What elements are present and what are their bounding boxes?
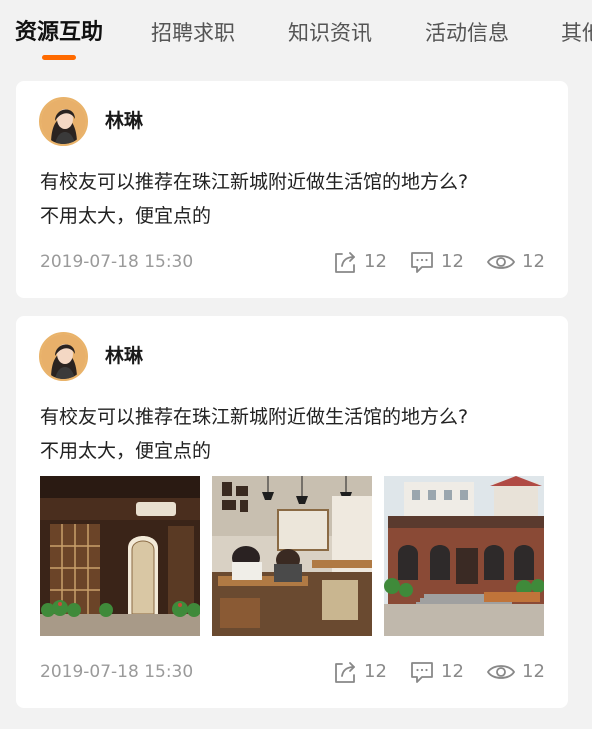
post-text: 有校友可以推荐在珠江新城附近做生活馆的地方么? 不用太大，便宜点的 xyxy=(40,165,560,233)
avatar[interactable] xyxy=(39,97,88,146)
tab-jobs[interactable]: 招聘求职 xyxy=(151,18,235,48)
eye-icon xyxy=(486,249,516,275)
cafe-storefront-photo[interactable] xyxy=(40,476,200,636)
comment-icon xyxy=(409,249,435,275)
timestamp: 2019-07-18 15:30 xyxy=(40,662,194,682)
post-text-line: 有校友可以推荐在珠江新城附近做生活馆的地方么? xyxy=(40,406,469,428)
active-tab-indicator xyxy=(42,55,76,60)
post-text-line: 不用太大，便宜点的 xyxy=(40,205,212,227)
share-icon xyxy=(332,659,358,685)
tab-other[interactable]: 其他 xyxy=(561,18,592,48)
comment-button[interactable]: 12 xyxy=(409,658,464,686)
share-icon xyxy=(332,249,358,275)
comment-count: 12 xyxy=(441,251,464,272)
timestamp: 2019-07-18 15:30 xyxy=(40,252,194,272)
comment-button[interactable]: 12 xyxy=(409,248,464,276)
post-meta: 2019-07-18 15:30 12 12 12 xyxy=(40,248,550,276)
eye-icon xyxy=(486,659,516,685)
post-text: 有校友可以推荐在珠江新城附近做生活馆的地方么? 不用太大，便宜点的 xyxy=(40,400,560,468)
post-text-line: 有校友可以推荐在珠江新城附近做生活馆的地方么? xyxy=(40,171,469,193)
tab-resource-help[interactable]: 资源互助 xyxy=(15,18,103,48)
share-count: 12 xyxy=(364,661,387,682)
view-count: 12 xyxy=(522,661,545,682)
category-tabs: 资源互助 招聘求职 知识资讯 活动信息 其他 xyxy=(0,0,592,70)
comment-icon xyxy=(409,659,435,685)
author-name[interactable]: 林琳 xyxy=(105,109,143,133)
post-card[interactable]: 林琳 有校友可以推荐在珠江新城附近做生活馆的地方么? 不用太大，便宜点的 201… xyxy=(16,316,568,708)
post-card[interactable]: 林琳 有校友可以推荐在珠江新城附近做生活馆的地方么? 不用太大，便宜点的 201… xyxy=(16,81,568,298)
post-text-line: 不用太大，便宜点的 xyxy=(40,440,212,462)
avatar[interactable] xyxy=(39,332,88,381)
brick-building-photo[interactable] xyxy=(384,476,544,636)
view-count: 12 xyxy=(522,251,545,272)
share-count: 12 xyxy=(364,251,387,272)
tab-events[interactable]: 活动信息 xyxy=(425,18,509,48)
post-images xyxy=(40,476,544,636)
share-button[interactable]: 12 xyxy=(332,658,387,686)
view-counter: 12 xyxy=(486,658,545,686)
cafe-interior-photo[interactable] xyxy=(212,476,372,636)
comment-count: 12 xyxy=(441,661,464,682)
share-button[interactable]: 12 xyxy=(332,248,387,276)
tab-knowledge[interactable]: 知识资讯 xyxy=(288,18,372,48)
author-name[interactable]: 林琳 xyxy=(105,344,143,368)
view-counter: 12 xyxy=(486,248,545,276)
post-meta: 2019-07-18 15:30 12 12 12 xyxy=(40,658,550,686)
